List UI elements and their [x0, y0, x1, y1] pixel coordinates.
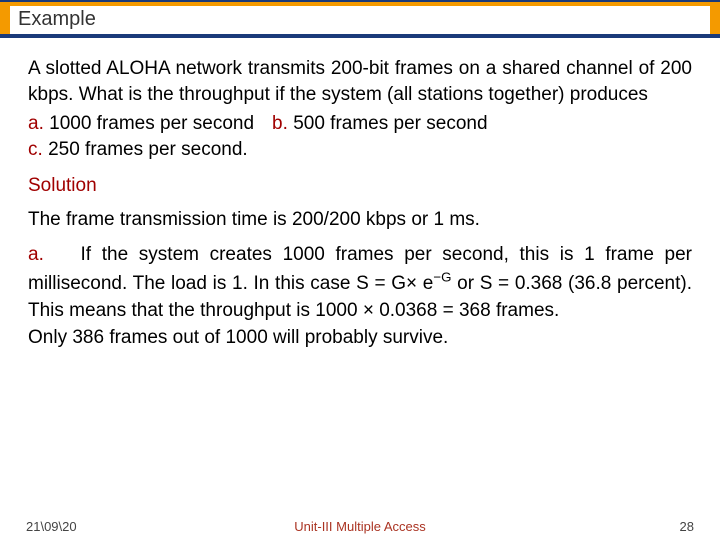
slide-footer: 21\09\20 Unit-III Multiple Access 28: [0, 519, 720, 534]
option-c-label: c.: [28, 139, 43, 160]
solution-heading: Solution: [28, 175, 692, 197]
slide-title: Example: [18, 8, 96, 30]
problem-statement: A slotted ALOHA network transmits 200-bi…: [28, 56, 692, 107]
solution-line-1: The frame transmission time is 200/200 k…: [28, 207, 692, 234]
solution-a-body: If the system creates 1000 frames per se…: [28, 244, 692, 321]
option-b-text: 500 frames per second: [293, 113, 487, 134]
option-b-label: b.: [272, 113, 288, 134]
options-row-ab: a. 1000 frames per second b. 500 frames …: [28, 113, 692, 135]
footer-unit: Unit-III Multiple Access: [294, 519, 426, 534]
slide-content: A slotted ALOHA network transmits 200-bi…: [0, 38, 720, 352]
solution-part-a: a. If the system creates 1000 frames per…: [28, 242, 692, 352]
solution-a-exponent: −G: [433, 270, 451, 285]
footer-page-number: 28: [680, 519, 694, 534]
option-a: a. 1000 frames per second: [28, 113, 254, 135]
title-bar: Example: [0, 0, 720, 38]
footer-date: 21\09\20: [26, 519, 77, 534]
option-c-text: 250 frames per second.: [48, 139, 248, 160]
option-c: c. 250 frames per second.: [28, 139, 692, 161]
option-a-text: 1000 frames per second: [49, 113, 254, 134]
option-a-label: a.: [28, 113, 44, 134]
option-b: b. 500 frames per second: [272, 113, 487, 135]
solution-a-tail: Only 386 frames out of 1000 will probabl…: [28, 325, 692, 352]
solution-a-label: a.: [28, 244, 44, 265]
title-inner: Example: [10, 6, 710, 34]
